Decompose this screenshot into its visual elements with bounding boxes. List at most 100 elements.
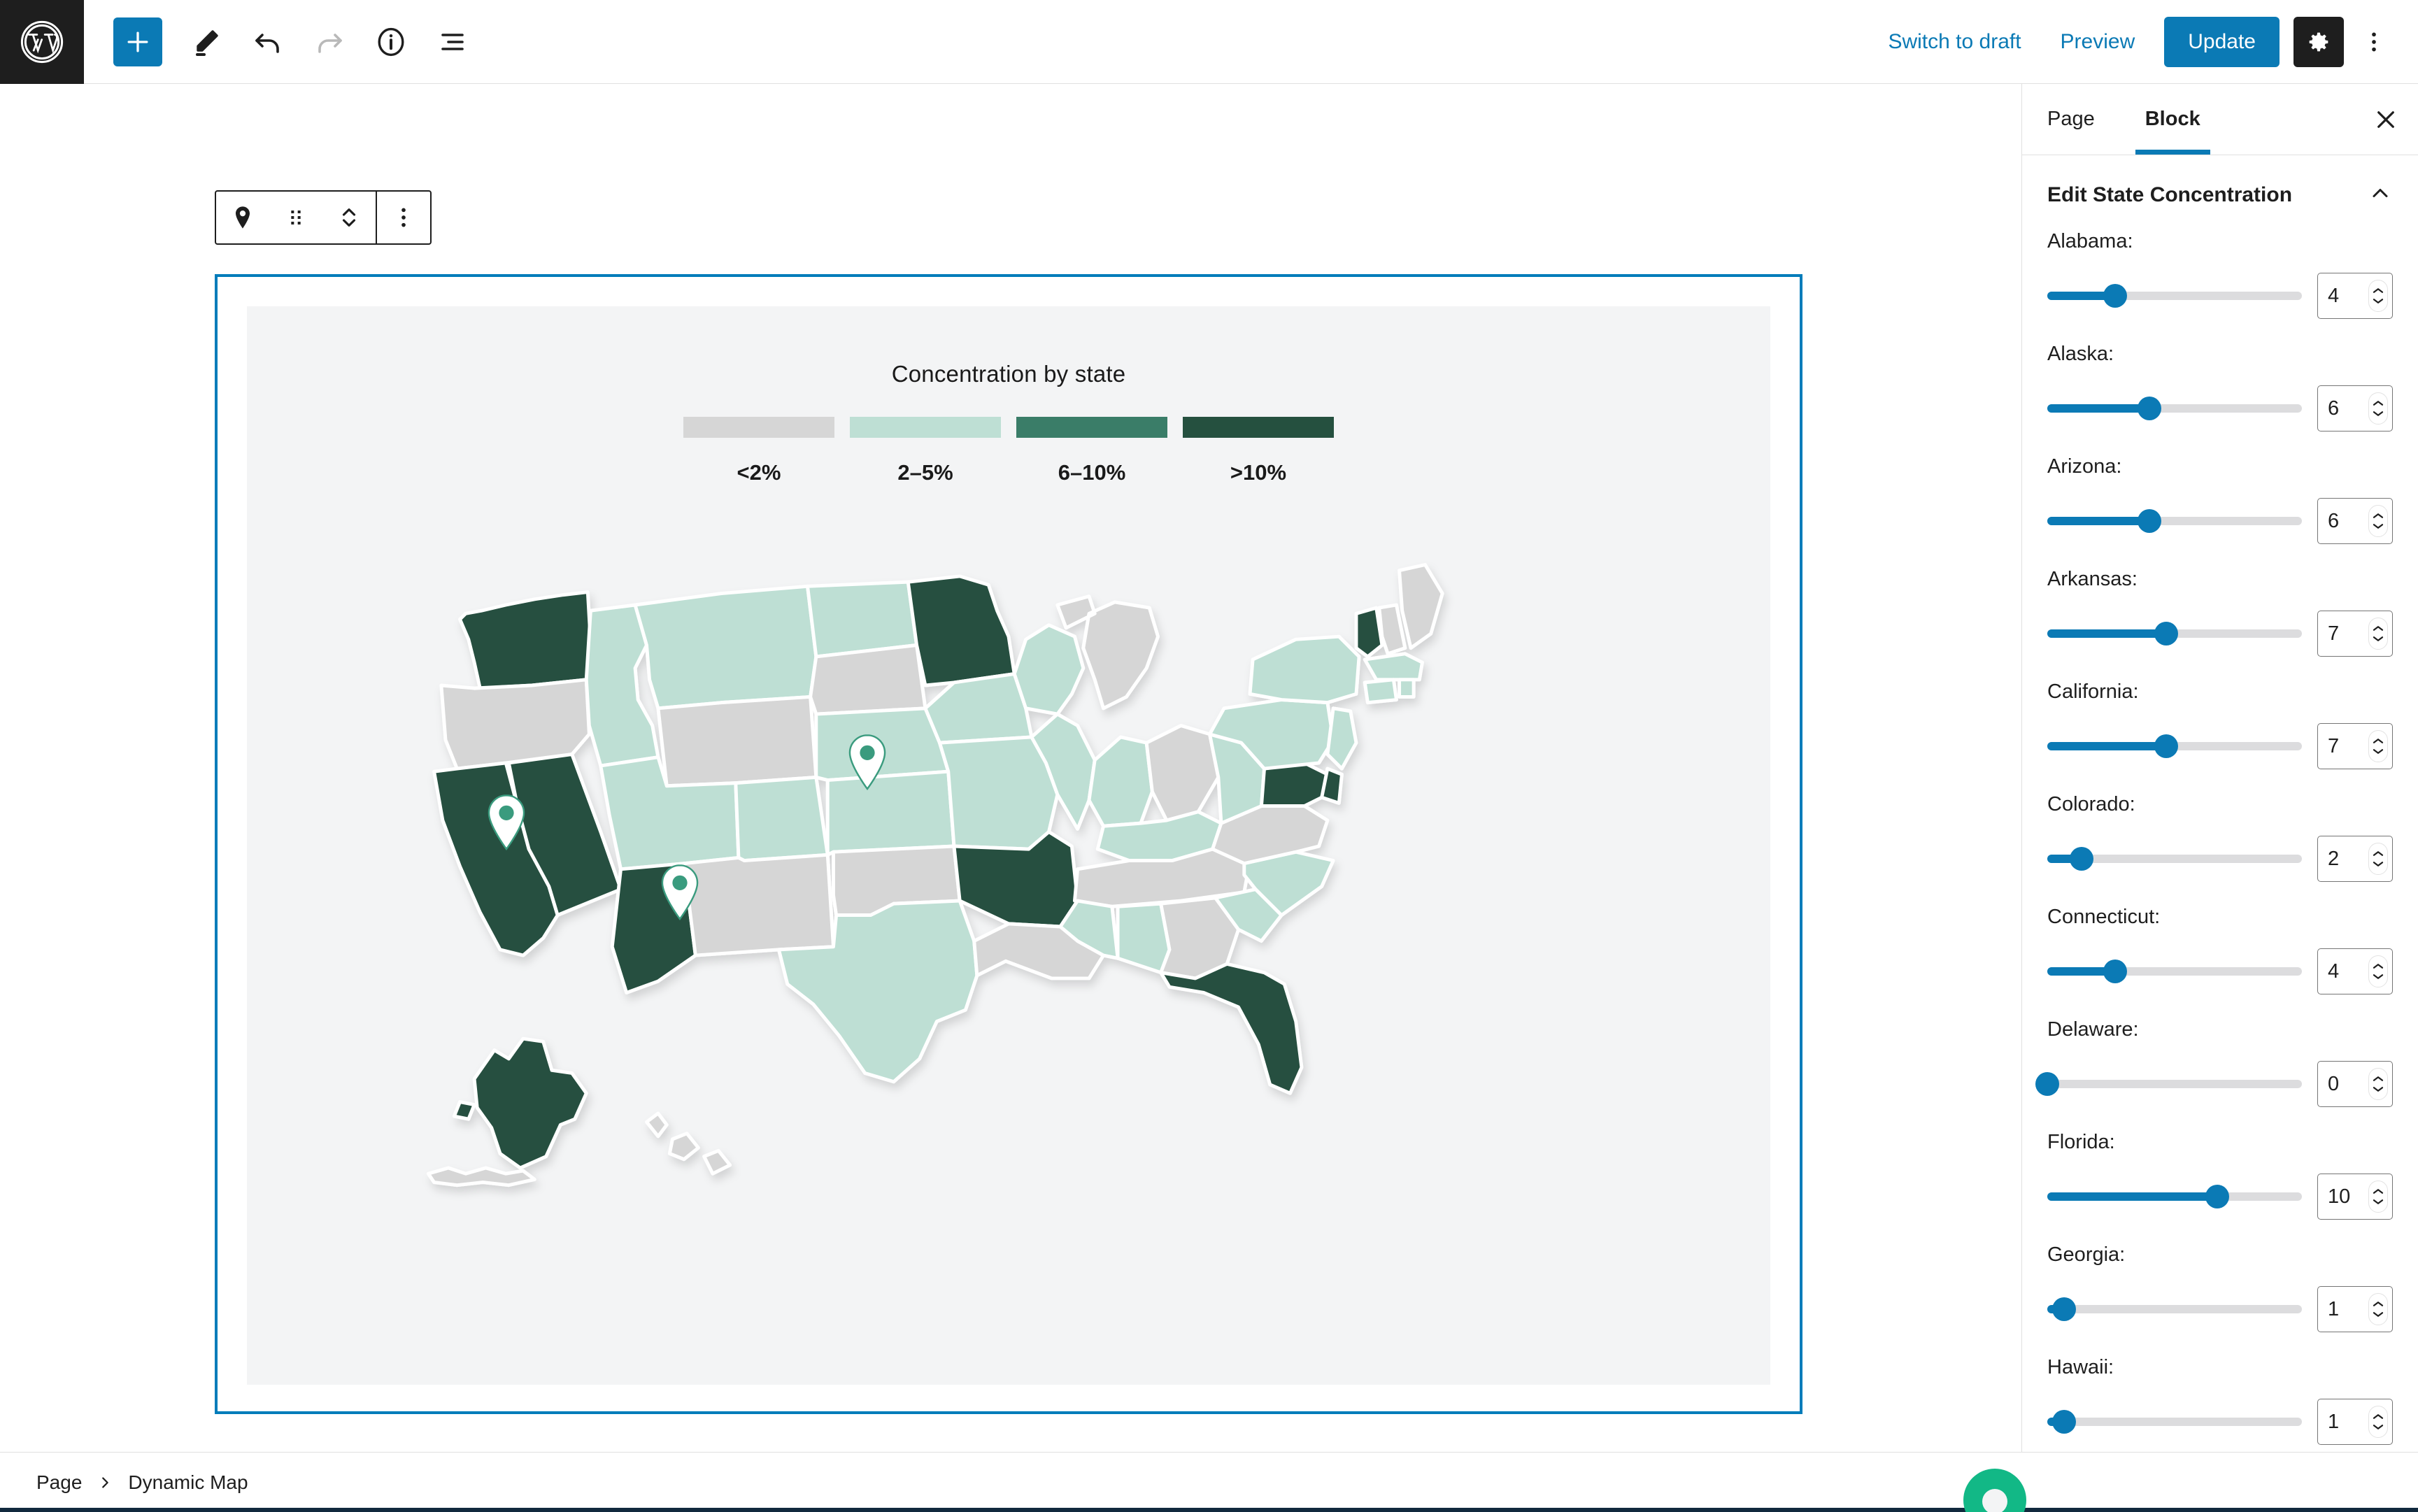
redo-icon[interactable] [302,15,357,69]
legend-swatch-2to5 [850,417,1001,438]
number-input-florida[interactable]: 10 [2317,1174,2393,1220]
block-options-kebab-icon[interactable] [377,204,430,231]
slider-alaska[interactable] [2047,404,2302,413]
number-input-connecticut[interactable]: 4 [2317,948,2393,994]
drag-handle-icon[interactable] [269,204,322,231]
stepper-up-down-icon[interactable] [2368,392,2388,425]
slider-thumb[interactable] [2052,1297,2076,1321]
stepper-up-down-icon[interactable] [2368,1293,2388,1325]
state-delaware [1322,769,1342,803]
number-input-delaware[interactable]: 0 [2317,1061,2393,1107]
tab-page[interactable]: Page [2022,84,2120,155]
pin-maryland[interactable] [846,734,889,791]
slider-thumb[interactable] [2035,1072,2059,1096]
slider-thumb[interactable] [2154,734,2178,758]
us-map-svg [247,525,1770,1329]
stepper-up-down-icon[interactable] [2368,1406,2388,1438]
stepper-up-down-icon[interactable] [2368,618,2388,650]
slider-track [2047,1305,2302,1313]
breadcrumb-dynamic-map[interactable]: Dynamic Map [128,1471,248,1494]
add-block-button[interactable] [113,17,162,66]
chevron-up-icon[interactable] [2368,180,2393,209]
slider-fill [2047,404,2149,413]
kebab-menu-icon[interactable] [2349,15,2398,69]
pin-texas[interactable] [658,864,702,921]
update-button[interactable]: Update [2164,17,2280,67]
legend-label: 6–10% [1016,460,1167,485]
legend-swatch-6to10 [1016,417,1167,438]
editor-top-toolbar: Switch to draft Preview Update [0,0,2418,84]
slider-thumb[interactable] [2138,397,2161,420]
control-label: Connecticut: [2047,906,2393,929]
list-view-icon[interactable] [425,15,480,69]
preview-button[interactable]: Preview [2041,15,2155,69]
control-row: 7 [2047,723,2393,769]
slider-florida[interactable] [2047,1192,2302,1201]
stepper-up-down-icon[interactable] [2368,505,2388,537]
control-label: Delaware: [2047,1018,2393,1041]
slider-thumb[interactable] [2103,284,2127,308]
pin-california[interactable] [485,794,528,851]
state-controls-list[interactable]: Alabama:4Alaska:6Arizona:6Arkansas:7Cali… [2022,230,2418,1452]
breadcrumb-page[interactable]: Page [36,1471,82,1494]
undo-icon[interactable] [241,15,295,69]
stepper-up-down-icon[interactable] [2368,730,2388,762]
stepper-up-down-icon[interactable] [2368,1181,2388,1213]
wordpress-logo-icon[interactable] [0,0,84,84]
editor-body: Concentration by state <2% 2–5% 6–10 [0,84,2418,1452]
map-pin-icon[interactable] [216,204,269,231]
stepper-up-down-icon[interactable] [2368,280,2388,312]
legend-label: <2% [683,460,834,485]
slider-delaware[interactable] [2047,1080,2302,1088]
us-choropleth-map[interactable] [247,525,1770,1329]
gear-icon[interactable] [2293,17,2344,67]
slider-thumb[interactable] [2103,960,2127,983]
slider-thumb[interactable] [2052,1410,2076,1434]
state-wyoming [658,697,816,785]
stepper-up-down-icon[interactable] [2368,1068,2388,1100]
switch-to-draft-button[interactable]: Switch to draft [1868,15,2040,69]
move-up-down-icon[interactable] [322,204,376,231]
number-input-hawaii[interactable]: 1 [2317,1399,2393,1445]
control-label: Florida: [2047,1131,2393,1154]
slider-colorado[interactable] [2047,855,2302,863]
details-info-icon[interactable] [364,15,418,69]
number-value: 0 [2328,1073,2339,1096]
slider-thumb[interactable] [2138,509,2161,533]
control-row: 6 [2047,498,2393,544]
slider-arkansas[interactable] [2047,629,2302,638]
number-input-arkansas[interactable]: 7 [2317,611,2393,657]
number-input-alaska[interactable]: 6 [2317,385,2393,432]
slider-georgia[interactable] [2047,1305,2302,1313]
number-value: 4 [2328,285,2339,308]
slider-alabama[interactable] [2047,292,2302,300]
number-value: 2 [2328,848,2339,871]
close-icon[interactable] [2354,84,2418,155]
stepper-up-down-icon[interactable] [2368,955,2388,987]
help-chat-icon[interactable] [1963,1469,2026,1512]
number-input-colorado[interactable]: 2 [2317,836,2393,882]
control-row: 6 [2047,385,2393,432]
slider-hawaii[interactable] [2047,1418,2302,1426]
legend-swatch-gt10 [1183,417,1334,438]
number-input-alabama[interactable]: 4 [2317,273,2393,319]
slider-arizona[interactable] [2047,517,2302,525]
stepper-up-down-icon[interactable] [2368,843,2388,875]
number-input-california[interactable]: 7 [2317,723,2393,769]
slider-thumb[interactable] [2154,622,2178,646]
slider-thumb[interactable] [2070,847,2093,871]
slider-california[interactable] [2047,742,2302,750]
tab-block[interactable]: Block [2120,84,2226,155]
sidebar-tabs: Page Block [2022,84,2418,155]
selected-block-dynamic-map[interactable]: Concentration by state <2% 2–5% 6–10 [215,274,1802,1414]
state-connecticut [1365,680,1396,703]
number-input-arizona[interactable]: 6 [2317,498,2393,544]
number-input-georgia[interactable]: 1 [2317,1286,2393,1332]
slider-connecticut[interactable] [2047,967,2302,976]
panel-header-edit-state-concentration[interactable]: Edit State Concentration [2022,155,2418,230]
edit-pencil-icon[interactable] [179,15,234,69]
slider-thumb[interactable] [2205,1185,2229,1208]
state-hawaii [647,1113,730,1174]
state-minnesota [908,576,1014,685]
slider-fill [2047,1192,2217,1201]
